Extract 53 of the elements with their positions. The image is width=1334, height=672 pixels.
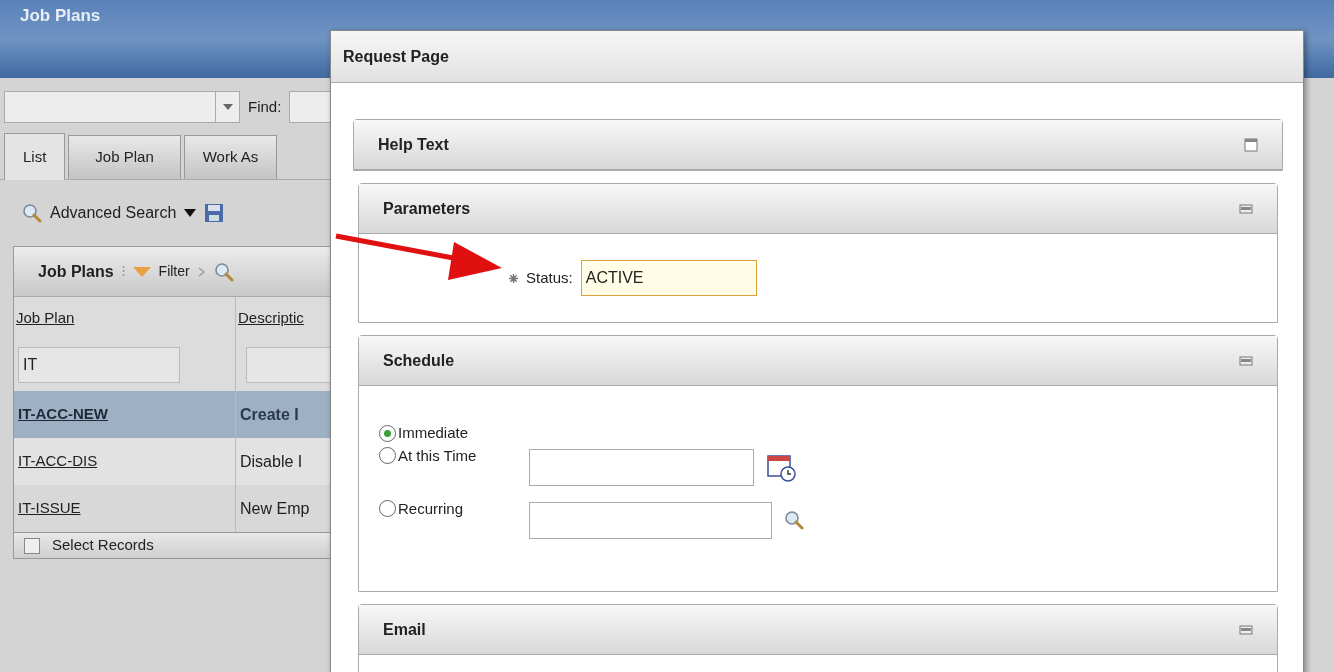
- column-header[interactable]: Descriptic: [238, 306, 304, 330]
- filter-field[interactable]: IT: [18, 347, 180, 383]
- table-row[interactable]: IT-ISSUE New Emp: [14, 485, 330, 532]
- separator-icon: [121, 264, 125, 279]
- table-cell-text: Create I: [240, 404, 299, 425]
- caret-icon[interactable]: [184, 209, 197, 217]
- radio-label[interactable]: Immediate: [398, 422, 469, 445]
- table-cell-text: New Emp: [240, 498, 310, 519]
- checkbox-label[interactable]: Select Records: [52, 534, 154, 557]
- section-title[interactable]: Parameters: [383, 196, 471, 221]
- table-title: Job Plans: [38, 261, 114, 282]
- job-plan-link[interactable]: IT-ISSUE: [18, 497, 81, 520]
- app-title: Job Plans: [20, 6, 101, 25]
- find-label: Find:: [248, 96, 282, 117]
- find-field[interactable]: [289, 91, 330, 123]
- radio-label[interactable]: Recurring: [398, 497, 464, 520]
- tab[interactable]: Job Plan: [68, 135, 181, 179]
- checkbox[interactable]: [24, 537, 40, 554]
- radio-button[interactable]: [379, 424, 396, 442]
- table-row[interactable]: IT-ACC-NEW Create I: [14, 391, 330, 438]
- collapse-icon[interactable]: [1239, 624, 1253, 635]
- advanced-search-link[interactable]: Advanced Search: [50, 201, 177, 225]
- filter-field[interactable]: [246, 347, 330, 383]
- job-plan-link[interactable]: IT-ACC-DIS: [18, 450, 98, 473]
- search-icon[interactable]: [213, 261, 234, 282]
- table-row[interactable]: IT-ACC-DIS Disable I: [14, 438, 330, 485]
- save-icon[interactable]: [204, 203, 225, 223]
- input-field[interactable]: [529, 501, 772, 539]
- job-plan-link[interactable]: IT-ACC-NEW: [18, 403, 108, 426]
- caret-icon: [222, 104, 233, 110]
- status-field[interactable]: ACTIVE: [580, 260, 757, 296]
- collapse-icon[interactable]: [1239, 203, 1253, 214]
- column-header[interactable]: Job Plan: [16, 306, 75, 330]
- chevron-icon: [197, 266, 206, 277]
- collapse-icon[interactable]: [1239, 355, 1253, 366]
- field-label: Status:: [526, 267, 573, 288]
- table-cell-text: Disable I: [240, 451, 303, 472]
- tab[interactable]: Work As: [183, 135, 278, 179]
- radio-button[interactable]: [379, 447, 396, 465]
- tab[interactable]: List: [4, 133, 66, 180]
- expand-icon[interactable]: [1244, 137, 1258, 152]
- search-icon[interactable]: [784, 510, 804, 530]
- dropdown-field[interactable]: [4, 91, 240, 123]
- search-icon[interactable]: [22, 203, 42, 223]
- dialog-title: Request Page: [343, 46, 449, 67]
- filter-icon[interactable]: [132, 266, 151, 277]
- radio-label[interactable]: At this Time: [398, 444, 477, 467]
- filter-button[interactable]: Filter: [158, 261, 190, 282]
- section-title[interactable]: Email: [383, 617, 426, 642]
- section-title[interactable]: Help Text: [378, 132, 449, 157]
- input-field[interactable]: [529, 448, 754, 486]
- radio-button[interactable]: [379, 500, 396, 518]
- section-title[interactable]: Schedule: [383, 348, 455, 373]
